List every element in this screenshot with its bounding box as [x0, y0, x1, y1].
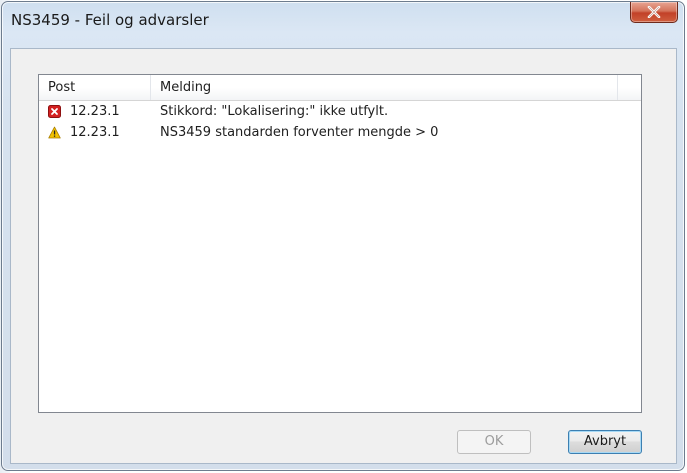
messages-list[interactable]: Post Melding 12.23.1 Stikkord: "Lokalise…	[38, 74, 642, 413]
list-header: Post Melding	[39, 75, 641, 101]
error-icon	[48, 105, 61, 118]
list-item[interactable]: 12.23.1 Stikkord: "Lokalisering:" ikke u…	[39, 102, 641, 122]
row-message: NS3459 standarden forventer mengde > 0	[160, 125, 439, 140]
list-item[interactable]: 12.23.1 NS3459 standarden forventer meng…	[39, 123, 641, 143]
close-icon	[647, 6, 661, 18]
row-message: Stikkord: "Lokalisering:" ikke utfylt.	[160, 104, 389, 119]
warning-icon	[48, 126, 61, 139]
column-header-melding[interactable]: Melding	[151, 75, 618, 100]
dialog-window: NS3459 - Feil og advarsler Post Melding	[1, 1, 685, 471]
column-header-filler	[618, 75, 641, 100]
close-button[interactable]	[630, 2, 678, 23]
row-post: 12.23.1	[70, 104, 120, 119]
window-title: NS3459 - Feil og advarsler	[11, 11, 209, 29]
column-header-post[interactable]: Post	[39, 75, 151, 100]
ok-button[interactable]: OK	[457, 430, 531, 454]
row-post: 12.23.1	[70, 125, 120, 140]
cancel-button[interactable]: Avbryt	[568, 430, 642, 454]
dialog-client-area: Post Melding 12.23.1 Stikkord: "Lokalise…	[10, 48, 677, 464]
